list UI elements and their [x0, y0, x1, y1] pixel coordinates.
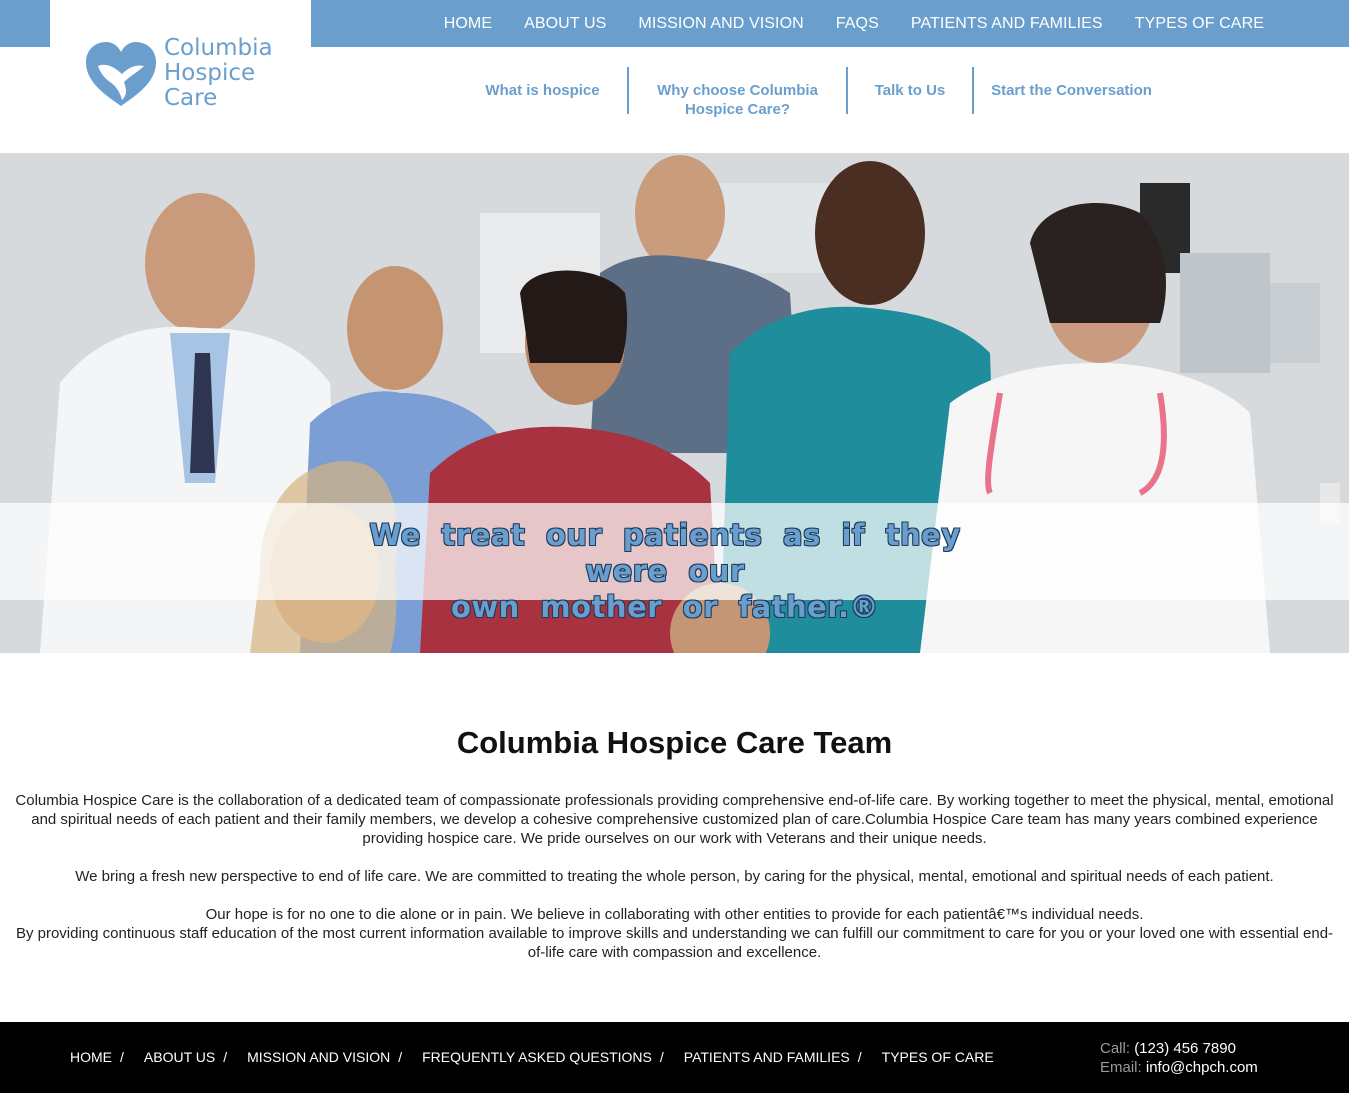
footer-link-patients-and-families[interactable]: PATIENTS AND FAMILIES: [684, 1049, 850, 1065]
footer-separator: /: [659, 1049, 664, 1065]
hero-tagline-line-2: own mother or father.®: [450, 590, 880, 624]
footer-link-types-of-care[interactable]: TYPES OF CARE: [882, 1049, 994, 1065]
phone-value[interactable]: (123) 456 7890: [1134, 1040, 1236, 1057]
footer-separator: /: [120, 1049, 124, 1065]
subnav-what-is-hospice-label: What is hospice: [485, 82, 600, 99]
paragraph-2: We bring a fresh new perspective to end …: [75, 868, 1274, 885]
nav-mission-and-vision[interactable]: MISSION AND VISION: [622, 15, 819, 33]
footer-link-about-us[interactable]: ABOUT US: [144, 1049, 215, 1065]
page-title: Columbia Hospice Care Team: [456, 725, 893, 760]
logo-line-3: Care: [164, 85, 218, 111]
nav-home[interactable]: HOME: [428, 15, 508, 33]
paragraph-4: By providing continuous staff education …: [15, 925, 1334, 961]
footer-nav: HOME / ABOUT US / MISSION AND VISION / FREQ…: [70, 1049, 994, 1065]
heart-dove-icon: [86, 42, 156, 106]
sub-nav: What is hospice Why choose Columbia Hosp…: [458, 67, 1169, 118]
nav-patients-and-families[interactable]: PATIENTS AND FAMILIES: [895, 15, 1119, 33]
subnav-why-choose-line-1: Why choose Columbia: [657, 82, 818, 99]
subnav-what-is-hospice[interactable]: What is hospice: [458, 67, 627, 114]
subnav-why-choose-line-2: Hospice Care?: [684, 101, 791, 118]
phone-label: Call:: [1100, 1040, 1131, 1057]
email-value[interactable]: info@chpch.com: [1146, 1059, 1258, 1076]
logo-line-2: Hospice: [164, 60, 256, 86]
paragraph-1: Columbia Hospice Care is the collaborati…: [15, 792, 1334, 847]
nav-about-us[interactable]: ABOUT US: [508, 15, 622, 33]
contact-phone: Call: (123) 456 7890: [1100, 1039, 1258, 1058]
footer: HOME / ABOUT US / MISSION AND VISION / FREQ…: [0, 1022, 1349, 1093]
subnav-talk-to-us-label: Talk to Us: [874, 82, 946, 99]
main-nav: HOME ABOUT US MISSION AND VISION FAQS PA…: [428, 0, 1280, 47]
hero-image: We treat our patients as if they were ou…: [0, 153, 1349, 653]
logo-line-1: Columbia: [164, 35, 273, 61]
subnav-talk-to-us[interactable]: Talk to Us: [848, 67, 972, 114]
paragraph-3: Our hope is for no one to die alone or i…: [205, 906, 1144, 923]
footer-separator: /: [223, 1049, 228, 1065]
logo-text: Columbia Hospice Care: [164, 36, 273, 111]
logo[interactable]: Columbia Hospice Care: [50, 0, 311, 140]
footer-link-home[interactable]: HOME: [70, 1049, 112, 1065]
subnav-why-choose[interactable]: Why choose Columbia Hospice Care?: [629, 67, 846, 118]
footer-separator: /: [857, 1049, 862, 1065]
hero-tagline: We treat our patients as if they were ou…: [340, 517, 990, 625]
contact-email: Email: info@chpch.com: [1100, 1058, 1258, 1077]
hero-tagline-line-1: We treat our patients as if they were ou…: [369, 518, 961, 588]
email-label: Email:: [1100, 1059, 1142, 1076]
footer-contact: Call: (123) 456 7890 Email: info@chpch.c…: [1100, 1039, 1258, 1077]
main-content: Columbia Hospice Care Team Columbia Hosp…: [0, 725, 1349, 962]
footer-link-faq[interactable]: FREQUENTLY ASKED QUESTIONS: [422, 1049, 652, 1065]
subnav-start-the-conversation-label: Start the Conversation: [991, 82, 1152, 99]
subnav-start-the-conversation[interactable]: Start the Conversation: [974, 67, 1169, 114]
nav-faqs[interactable]: FAQS: [820, 15, 895, 33]
footer-link-mission-and-vision[interactable]: MISSION AND VISION: [247, 1049, 390, 1065]
hero-banner: We treat our patients as if they were ou…: [0, 503, 1349, 624]
footer-separator: /: [398, 1049, 403, 1065]
nav-types-of-care[interactable]: TYPES OF CARE: [1119, 15, 1280, 33]
